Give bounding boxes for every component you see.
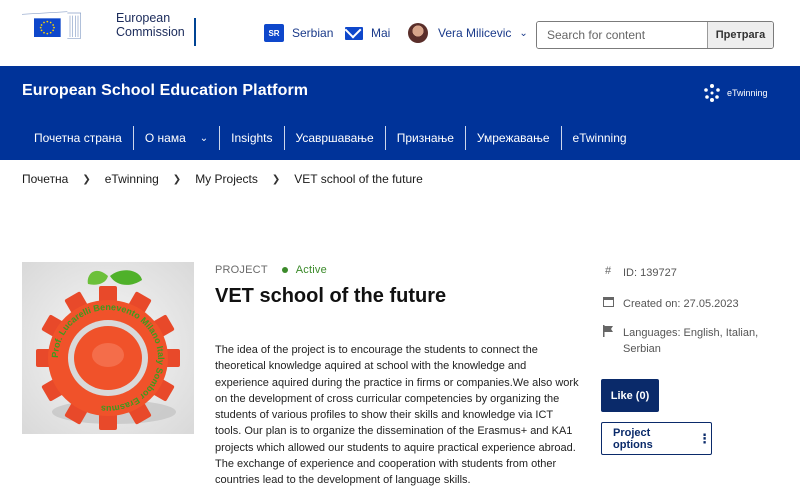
ec-wordmark-line2: Commission [116,25,185,39]
search-input[interactable] [537,22,707,48]
ec-logo[interactable]: European Commission [22,3,185,47]
kebab-icon: ⋮ [698,430,711,446]
like-button[interactable]: Like (0) [601,379,659,412]
nav-item-label: Почетна страна [34,131,122,145]
flag-svg [602,325,613,337]
project-image: Prof. Lucarelli Benevento Milano Italy S… [22,262,194,434]
nav-item-home[interactable]: Почетна страна [22,126,134,150]
user-name: Vera Milicevic [438,26,512,40]
hash-icon: # [604,265,612,277]
project-status-row: PROJECT Active [215,264,327,276]
breadcrumb-home[interactable]: Почетна [22,172,68,186]
site-title[interactable]: European School Education Platform [22,82,308,100]
main-nav: Почетна страна О нама ⌄ Insights Усавршав… [22,124,638,152]
nav-item-label: Умрежавање [476,131,550,145]
mail-icon [345,26,363,40]
chevron-right-icon: ❯ [82,173,91,185]
search-button[interactable]: Претрага [707,22,773,48]
project-kind-label: PROJECT [215,264,268,276]
top-bar: European Commission SR Serbian Mai Vera … [0,0,800,66]
nav-item-recognition[interactable]: Признање [386,126,466,150]
nav-item-training[interactable]: Усавршавање [285,126,386,150]
nav-item-label: eTwinning [572,131,627,145]
etwinning-link[interactable]: eTwinning [701,82,768,104]
project-options-label: Project options [613,426,653,451]
breadcrumb: Почетна ❯ eTwinning ❯ My Projects ❯ VET … [22,172,423,186]
chevron-right-icon: ❯ [172,173,182,185]
nav-item-label: Insights [231,131,273,145]
nav-item-etwinning[interactable]: eTwinning [562,126,638,150]
nav-item-label: О нама [144,131,186,145]
mail-link[interactable]: Mai [345,26,390,40]
nav-item-label: Признање [396,131,454,145]
etwinning-label: eTwinning [727,88,768,98]
chevron-down-icon: ⌄ [519,27,528,39]
eu-flag-icon [22,11,81,39]
logo-divider [194,18,196,46]
mail-label: Mai [371,26,391,40]
page-title: VET school of the future [215,285,447,307]
flag-icon [602,325,614,340]
avatar [408,23,428,43]
language-code-badge: SR [264,24,284,42]
etwinning-logo-icon [704,84,720,102]
project-created-text: Created on: 27.05.2023 [623,298,739,310]
language-selector[interactable]: SR Serbian [264,24,333,42]
site-header: European School Education Platform eTwin… [0,66,800,160]
nav-item-networking[interactable]: Умрежавање [466,126,562,150]
project-languages-text: Languages: English, Italian, Serbian [623,327,759,355]
breadcrumb-etwinning[interactable]: eTwinning [105,172,159,186]
language-label: Serbian [292,26,334,40]
ec-wordmark-line1: European [116,11,171,25]
status-badge: Active [295,264,327,276]
nav-item-label: Усавршавање [295,131,374,145]
project-id-text: ID: 139727 [623,267,677,279]
chevron-right-icon: ❯ [271,173,281,185]
breadcrumb-my-projects[interactable]: My Projects [195,172,258,186]
project-languages: Languages: English, Italian, Serbian [602,325,773,357]
search-box: Претрага [536,21,774,49]
project-created: Created on: 27.05.2023 [602,296,773,312]
ec-wordmark: European Commission [116,11,185,39]
status-dot-icon [281,267,288,273]
breadcrumb-current: VET school of the future [294,172,423,186]
project-description: The idea of the project is to encourage … [215,344,579,487]
calendar-icon [602,296,614,310]
user-menu[interactable]: Vera Milicevic ⌄ [408,23,528,43]
chevron-down-icon: ⌄ [199,132,209,144]
nav-item-insights[interactable]: Insights [220,126,285,150]
gear-logo-image: Prof. Lucarelli Benevento Milano Italy S… [22,262,194,434]
project-id: # ID: 139727 [602,265,773,281]
nav-item-about[interactable]: О нама ⌄ [134,126,221,150]
project-options-button[interactable]: Project options ⋮ [601,422,712,455]
calendar-svg [602,297,614,307]
